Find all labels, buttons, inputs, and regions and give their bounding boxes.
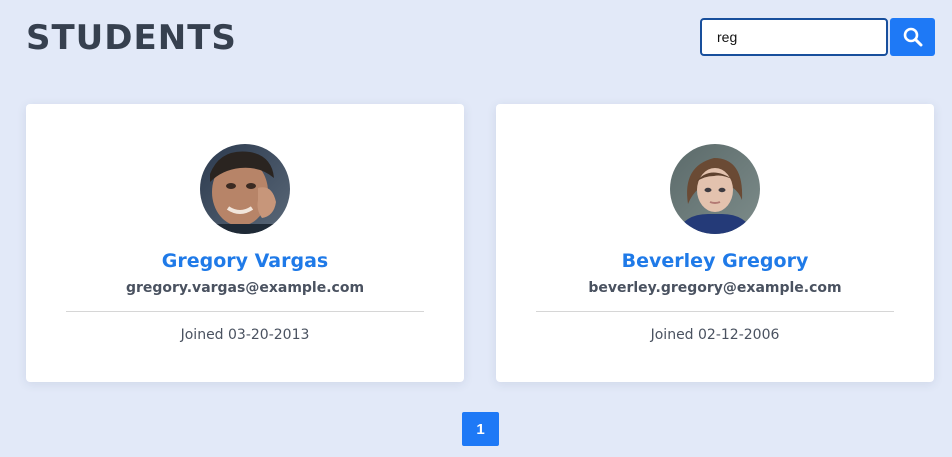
joined-date: Joined 02-12-2006: [650, 327, 780, 343]
search-input[interactable]: [700, 18, 888, 56]
pagination: 1: [462, 412, 499, 446]
search-icon: [903, 27, 922, 47]
student-card: Beverley Gregory beverley.gregory@exampl…: [496, 104, 934, 382]
student-name[interactable]: Beverley Gregory: [496, 249, 934, 273]
page-button-1[interactable]: 1: [462, 412, 499, 446]
student-card: Gregory Vargas gregory.vargas@example.co…: [26, 104, 464, 382]
search-bar: [700, 18, 935, 56]
student-name[interactable]: Gregory Vargas: [26, 249, 464, 273]
joined-date: Joined 03-20-2013: [180, 327, 310, 343]
page-title: STUDENTS: [26, 18, 237, 58]
student-email: beverley.gregory@example.com: [588, 280, 842, 296]
divider: [536, 311, 894, 312]
search-button[interactable]: [890, 18, 935, 56]
avatar: [670, 144, 760, 234]
divider: [66, 311, 424, 312]
student-email: gregory.vargas@example.com: [125, 280, 365, 296]
avatar: [200, 144, 290, 234]
